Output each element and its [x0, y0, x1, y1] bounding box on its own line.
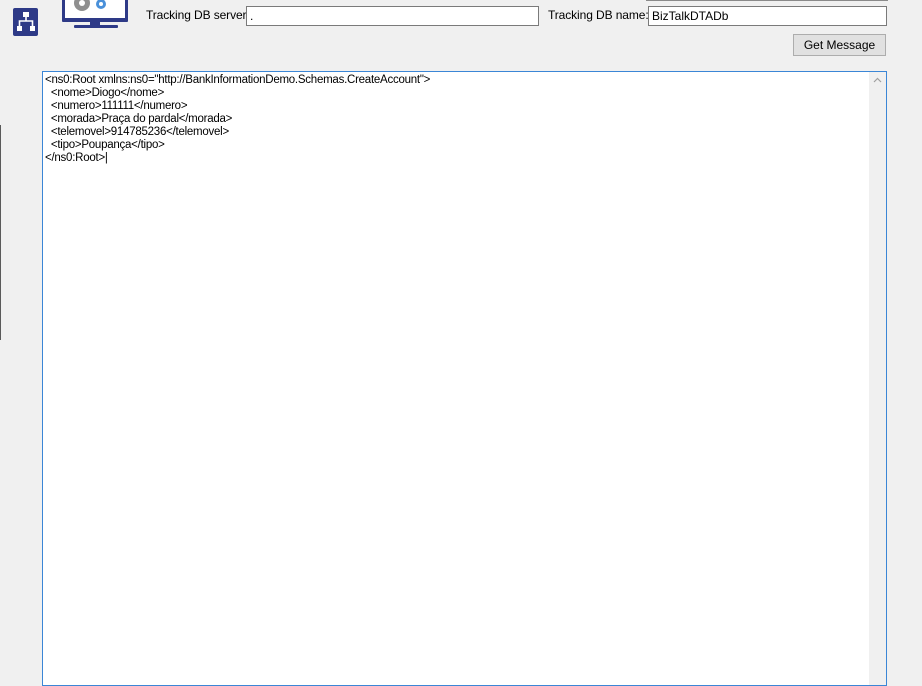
tracking-db-name-label: Tracking DB name: — [548, 8, 649, 22]
message-editor-text[interactable]: <ns0:Root xmlns:ns0="http://BankInformat… — [45, 74, 868, 685]
tracking-db-server-input[interactable]: . — [246, 6, 539, 26]
tracking-db-name-input[interactable]: BizTalkDTADb — [648, 6, 887, 26]
panel-top-divider — [646, 0, 888, 1]
window-edge-divider — [0, 125, 1, 340]
app-logo-icon — [13, 0, 128, 36]
get-message-button[interactable]: Get Message — [793, 34, 886, 56]
tracking-db-server-label: Tracking DB server: — [146, 8, 250, 22]
message-editor[interactable]: <ns0:Root xmlns:ns0="http://BankInformat… — [42, 71, 887, 686]
chevron-up-icon[interactable] — [869, 72, 886, 89]
editor-vertical-scrollbar[interactable] — [869, 72, 886, 685]
